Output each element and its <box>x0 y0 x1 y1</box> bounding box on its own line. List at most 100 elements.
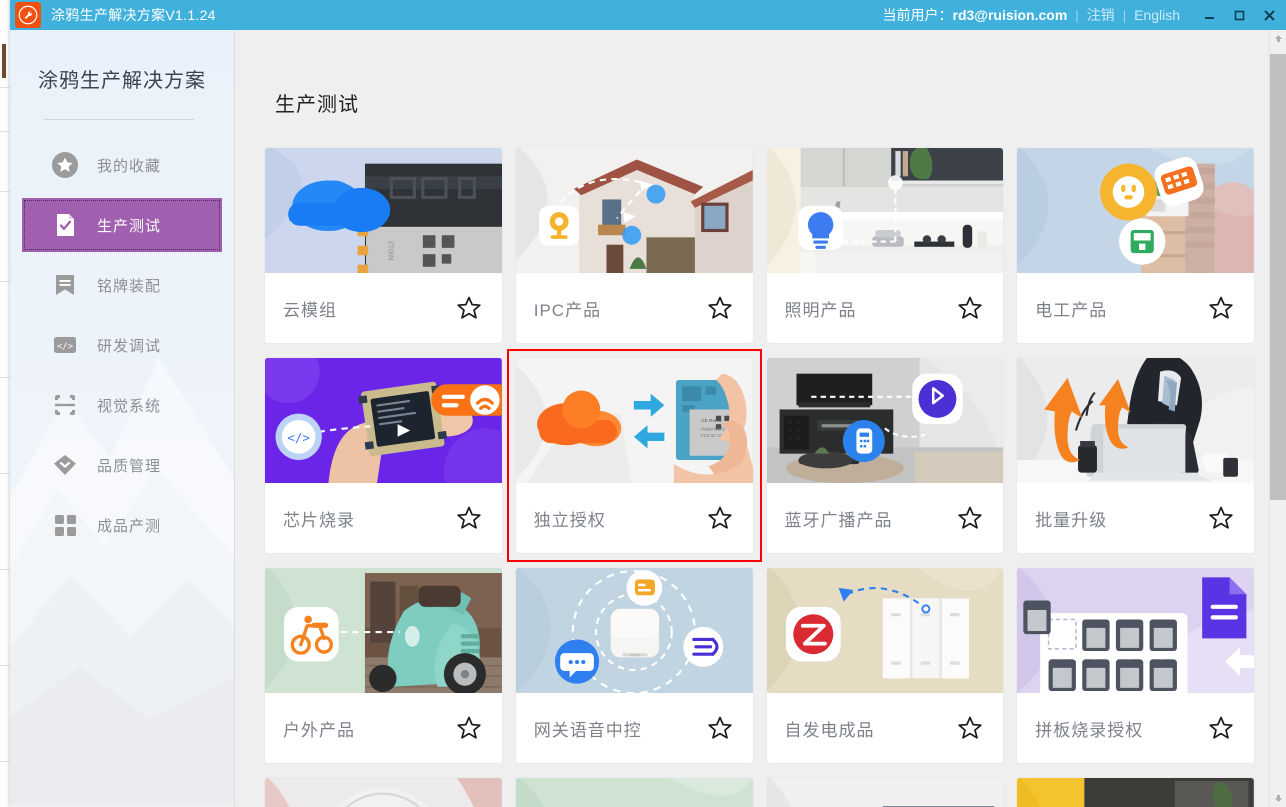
card-footer: 蓝牙广播产品 <box>767 483 1004 553</box>
sidebar-item-rd-debug[interactable]: </> 研发调试 <box>22 318 222 372</box>
arrow-down-icon <box>1275 795 1282 802</box>
product-card-gateway-voice[interactable]: 网关语音中控 <box>515 568 753 763</box>
grid-squares-icon <box>50 510 80 540</box>
zigbee-switch-art <box>766 568 1004 693</box>
product-card-cloud-module[interactable]: NI012 云模组 <box>265 148 502 343</box>
scroll-thumb[interactable] <box>1270 54 1286 500</box>
sidebar-item-finished-product[interactable]: 成品产测 <box>22 498 222 552</box>
language-link[interactable]: English <box>1134 7 1180 23</box>
app-title: 涂鸦生产解决方案V1.1.24 <box>51 7 216 23</box>
star-circle-icon <box>50 150 80 180</box>
star-outline-icon[interactable] <box>705 503 735 533</box>
card-wrap: </> 芯片烧录 <box>265 358 502 553</box>
product-card-batch-upgrade[interactable]: 批量升级 <box>1017 358 1254 553</box>
gateway-voice-art <box>515 568 753 693</box>
close-button[interactable] <box>1254 0 1284 30</box>
product-card-yellow-kitchen[interactable] <box>1017 778 1254 807</box>
star-outline-icon[interactable] <box>1206 713 1236 743</box>
application-window: 涂鸦生产解决方案V1.1.24 当前用户：rd3@ruision.com | 注… <box>10 0 1286 807</box>
product-card-air-purifier[interactable] <box>515 778 753 807</box>
current-user-label: 当前用户：rd3@ruision.com <box>883 5 1068 25</box>
vertical-scrollbar[interactable] <box>1269 30 1286 807</box>
sidebar-item-production-test[interactable]: 生产测试 <box>22 198 222 252</box>
air-purifier-art <box>515 778 753 807</box>
card-label: 批量升级 <box>1035 510 1108 530</box>
star-outline-icon[interactable] <box>454 293 484 323</box>
star-outline-icon[interactable] <box>955 503 985 533</box>
sidebar-item-label: 我的收藏 <box>97 157 162 175</box>
logout-link[interactable]: 注销 <box>1087 5 1115 25</box>
star-outline-icon[interactable] <box>454 713 484 743</box>
sidebar-item-quality[interactable]: 品质管理 <box>22 438 222 492</box>
star-outline-icon[interactable] <box>705 713 735 743</box>
scroll-up-button[interactable] <box>1270 30 1286 47</box>
product-card-self-powered[interactable]: 自发电成品 <box>766 568 1004 763</box>
card-wrap: 电工产品 <box>1017 148 1254 343</box>
product-card-grid: NI012 云模组 IPC产品 照明产品 电工产品 </> 芯片烧录 CE Ro… <box>265 148 1254 807</box>
card-label: 独立授权 <box>533 510 606 530</box>
star-outline-icon[interactable] <box>955 293 985 323</box>
card-footer: 拼板烧录授权 <box>1017 693 1254 763</box>
card-label: 自发电成品 <box>784 720 875 740</box>
product-card-ipc[interactable]: IPC产品 <box>515 148 753 343</box>
sidebar-item-label: 视觉系统 <box>97 397 162 415</box>
code-icon: </> <box>50 330 80 360</box>
star-outline-icon[interactable] <box>705 293 735 323</box>
minimize-button[interactable] <box>1194 0 1224 30</box>
electrical-bedroom-art <box>1017 148 1254 273</box>
sidebar-item-vision-system[interactable]: 视觉系统 <box>22 378 222 432</box>
product-card-panel-burn-auth[interactable]: 拼板烧录授权 <box>1017 568 1254 763</box>
current-user-email: rd3@ruision.com <box>952 7 1068 23</box>
product-card-outdoor[interactable]: 户外产品 <box>265 568 502 763</box>
chip-burn-art: </> <box>265 358 502 483</box>
star-outline-icon[interactable] <box>1206 293 1236 323</box>
sidebar-title: 涂鸦生产解决方案 <box>38 70 206 92</box>
product-card-robot-vacuum[interactable] <box>265 778 502 807</box>
cloud-auth-module-art: CE RoHS Model:WB01 FCC ID: 2ANDL <box>515 358 753 483</box>
star-outline-icon[interactable] <box>955 713 985 743</box>
product-card-electrical[interactable]: 电工产品 <box>1017 148 1254 343</box>
titlebar-right-group: 当前用户：rd3@ruision.com | 注销 | English <box>883 0 1286 30</box>
card-label: 户外产品 <box>283 720 355 740</box>
maximize-button[interactable] <box>1224 0 1254 30</box>
scan-frame-icon <box>50 390 80 420</box>
current-user-prefix: 当前用户： <box>882 7 953 23</box>
card-footer: 独立授权 <box>516 483 753 553</box>
scroll-down-button[interactable] <box>1270 790 1286 807</box>
sidebar-item-nameplate[interactable]: 铭牌装配 <box>22 258 222 312</box>
document-check-icon <box>50 210 80 240</box>
bookmark-icon <box>50 270 80 300</box>
robot-vacuum-art <box>265 778 502 807</box>
lighting-kitchen-art <box>766 148 1004 273</box>
card-wrap <box>265 778 502 807</box>
wrench-logo-icon <box>15 2 41 28</box>
star-outline-icon[interactable] <box>454 503 484 533</box>
window-blind-art <box>766 778 1004 807</box>
card-footer: IPC产品 <box>516 273 753 343</box>
card-wrap-selected: CE RoHS Model:WB01 FCC ID: 2ANDL 独立授权 <box>506 349 762 562</box>
svg-text:Model:WB01: Model:WB01 <box>701 426 726 431</box>
cloud-module-art: NI012 <box>265 148 502 273</box>
sidebar-item-label: 生产测试 <box>97 217 162 235</box>
card-label: 拼板烧录授权 <box>1035 720 1144 740</box>
card-footer: 批量升级 <box>1017 483 1254 553</box>
separator-2: | <box>1122 7 1127 23</box>
product-card-chip-burn[interactable]: </> 芯片烧录 <box>265 358 502 553</box>
sidebar: 涂鸦生产解决方案 我的收藏 生产测试 铭牌装配 </> 研发调试 视觉系统 品质… <box>10 30 235 807</box>
card-wrap: NI012 云模组 <box>265 148 502 343</box>
title-bar: 涂鸦生产解决方案V1.1.24 当前用户：rd3@ruision.com | 注… <box>10 0 1286 30</box>
outdoor-scooter-art <box>265 568 502 693</box>
product-card-independent-auth[interactable]: CE RoHS Model:WB01 FCC ID: 2ANDL 独立授权 <box>515 358 753 553</box>
card-wrap: 户外产品 <box>265 568 502 763</box>
sidebar-item-favorites[interactable]: 我的收藏 <box>22 138 222 192</box>
product-card-lighting[interactable]: 照明产品 <box>766 148 1004 343</box>
card-footer: 网关语音中控 <box>516 693 753 763</box>
card-label: 网关语音中控 <box>533 720 642 740</box>
yellow-kitchen-art <box>1017 778 1254 807</box>
sidebar-item-label: 成品产测 <box>97 517 162 535</box>
card-wrap: 蓝牙广播产品 <box>766 358 1004 553</box>
product-card-bluetooth[interactable]: 蓝牙广播产品 <box>766 358 1004 553</box>
product-card-window-blind[interactable] <box>766 778 1004 807</box>
card-label: IPC产品 <box>533 300 602 320</box>
star-outline-icon[interactable] <box>1206 503 1236 533</box>
